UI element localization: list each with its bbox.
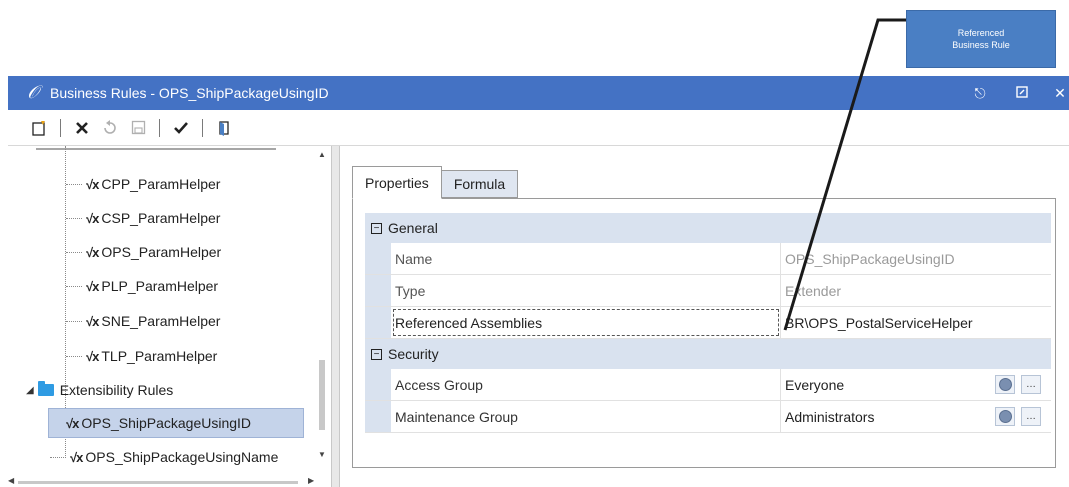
- callout-text-line1: Referenced: [957, 28, 1005, 38]
- delete-icon[interactable]: [71, 117, 93, 139]
- property-value-text: Everyone: [785, 376, 845, 393]
- close-icon[interactable]: ✕: [1048, 82, 1069, 104]
- window-title-bar: 𝒪 Business Rules - OPS_ShipPackageUsingI…: [8, 76, 1069, 110]
- tab-content: − General Name OPS_ShipPackageUsingID Ty…: [352, 198, 1056, 468]
- formula-icon: √x: [86, 348, 99, 364]
- tab-properties[interactable]: Properties: [352, 166, 442, 199]
- tree-item-label: OPS_ShipPackageUsingID: [81, 415, 252, 431]
- panel-splitter[interactable]: [332, 146, 340, 487]
- globe-button[interactable]: [995, 407, 1015, 426]
- formula-icon: √x: [86, 176, 99, 192]
- property-row-name[interactable]: Name OPS_ShipPackageUsingID: [365, 243, 1051, 275]
- scroll-track[interactable]: [18, 481, 298, 484]
- formula-icon: √x: [86, 210, 99, 226]
- globe-icon: [998, 410, 1012, 423]
- tree-item[interactable]: √x CPP_ParamHelper: [66, 169, 220, 199]
- scroll-right-icon[interactable]: ▶: [308, 476, 314, 485]
- property-value: OPS_ShipPackageUsingID: [785, 250, 955, 267]
- tree-horizontal-scrollbar[interactable]: ◀ ▶: [8, 476, 328, 487]
- check-icon[interactable]: [170, 117, 192, 139]
- property-row-maintenance-group[interactable]: Maintenance Group Administrators …: [365, 401, 1051, 433]
- properties-panel: Properties Formula − General Name OPS_Sh…: [340, 146, 1069, 487]
- tree-item-label: PLP_ParamHelper: [101, 278, 219, 294]
- collapse-icon[interactable]: −: [371, 222, 382, 234]
- property-value-text: Administrators: [785, 408, 875, 425]
- rules-tree-panel: √x CPP_ParamHelper √x CSP_ParamHelper √x…: [8, 146, 332, 487]
- globe-icon: [998, 378, 1012, 391]
- callout-text-line2: Business Rule: [952, 40, 1010, 50]
- tree-item-label: OPS_ShipPackageUsingName: [85, 449, 279, 465]
- tree-vertical-scrollbar[interactable]: ▲ ▼: [316, 150, 328, 460]
- property-value-input[interactable]: BR\OPS_PostalServiceHelper: [781, 307, 1051, 338]
- category-label: Security: [388, 346, 439, 362]
- tree-item[interactable]: √x OPS_ParamHelper: [66, 237, 221, 267]
- tree-item[interactable]: √x PLP_ParamHelper: [66, 271, 218, 301]
- ellipsis-button[interactable]: …: [1021, 375, 1041, 394]
- window-title: Business Rules - OPS_ShipPackageUsingID: [50, 85, 329, 101]
- tree-item-label: CSP_ParamHelper: [101, 210, 221, 226]
- tree-item[interactable]: √x OPS_ShipPackageUsingName: [50, 442, 278, 472]
- formula-icon: √x: [86, 313, 99, 329]
- tree-item-label: CPP_ParamHelper: [101, 176, 221, 192]
- tab-formula[interactable]: Formula: [440, 170, 519, 198]
- property-grid: − General Name OPS_ShipPackageUsingID Ty…: [365, 213, 1051, 433]
- toolbar-separator: [202, 118, 203, 137]
- tab-strip: Properties Formula: [352, 166, 519, 199]
- pin-icon[interactable]: ⎋: [968, 82, 992, 104]
- property-row-access-group[interactable]: Access Group Everyone …: [365, 369, 1051, 401]
- onestream-logo-icon: 𝒪: [27, 82, 39, 103]
- property-value: Extender: [785, 282, 842, 299]
- formula-icon: √x: [70, 449, 83, 465]
- category-security[interactable]: − Security: [365, 339, 1051, 369]
- property-row-referenced-assemblies[interactable]: Referenced Assemblies BR\OPS_PostalServi…: [365, 307, 1051, 339]
- save-icon: [127, 117, 149, 139]
- property-name: Referenced Assemblies: [391, 307, 781, 338]
- toolbar-separator: [60, 118, 61, 137]
- tree-partial-item: [36, 148, 276, 152]
- category-label: General: [388, 220, 438, 236]
- property-name: Maintenance Group: [391, 401, 781, 432]
- open-icon[interactable]: [213, 117, 235, 139]
- property-name: Access Group: [391, 369, 781, 400]
- ellipsis-button[interactable]: …: [1021, 407, 1041, 426]
- maximize-icon[interactable]: [1010, 82, 1034, 104]
- tree-item-label: OPS_ParamHelper: [101, 244, 222, 260]
- toolbar: [8, 110, 1069, 146]
- toolbar-separator: [159, 118, 160, 137]
- category-general[interactable]: − General: [365, 213, 1051, 243]
- scroll-up-icon[interactable]: ▲: [318, 150, 326, 159]
- tree-item[interactable]: √x CSP_ParamHelper: [66, 203, 220, 233]
- tree-item[interactable]: √x TLP_ParamHelper: [66, 341, 217, 371]
- tree-item[interactable]: √x SNE_ParamHelper: [66, 306, 220, 336]
- tree-item-selected[interactable]: √x OPS_ShipPackageUsingID: [48, 408, 304, 438]
- formula-icon: √x: [86, 278, 99, 294]
- scroll-left-icon[interactable]: ◀: [8, 476, 14, 485]
- property-value[interactable]: Administrators …: [781, 401, 1051, 432]
- property-value[interactable]: Everyone …: [781, 369, 1051, 400]
- tree-folder-extensibility-rules[interactable]: ◢ Extensibility Rules: [26, 375, 173, 405]
- collapse-icon[interactable]: −: [371, 348, 382, 360]
- tree-folder-label: Extensibility Rules: [59, 382, 174, 398]
- formula-icon: √x: [86, 244, 99, 260]
- formula-icon: √x: [66, 415, 79, 431]
- property-name: Name: [391, 243, 781, 274]
- tree-item-label: TLP_ParamHelper: [101, 348, 218, 364]
- property-row-type[interactable]: Type Extender: [365, 275, 1051, 307]
- scroll-thumb[interactable]: [319, 360, 325, 430]
- property-name: Type: [391, 275, 781, 306]
- revert-icon: [99, 117, 121, 139]
- globe-button[interactable]: [995, 375, 1015, 394]
- scroll-down-icon[interactable]: ▼: [318, 450, 326, 459]
- expand-arrow-icon[interactable]: ◢: [26, 385, 34, 396]
- new-icon[interactable]: [28, 117, 50, 139]
- callout-box: Referenced Business Rule: [906, 10, 1056, 68]
- folder-icon: [37, 381, 54, 396]
- tree-item-label: SNE_ParamHelper: [101, 313, 221, 329]
